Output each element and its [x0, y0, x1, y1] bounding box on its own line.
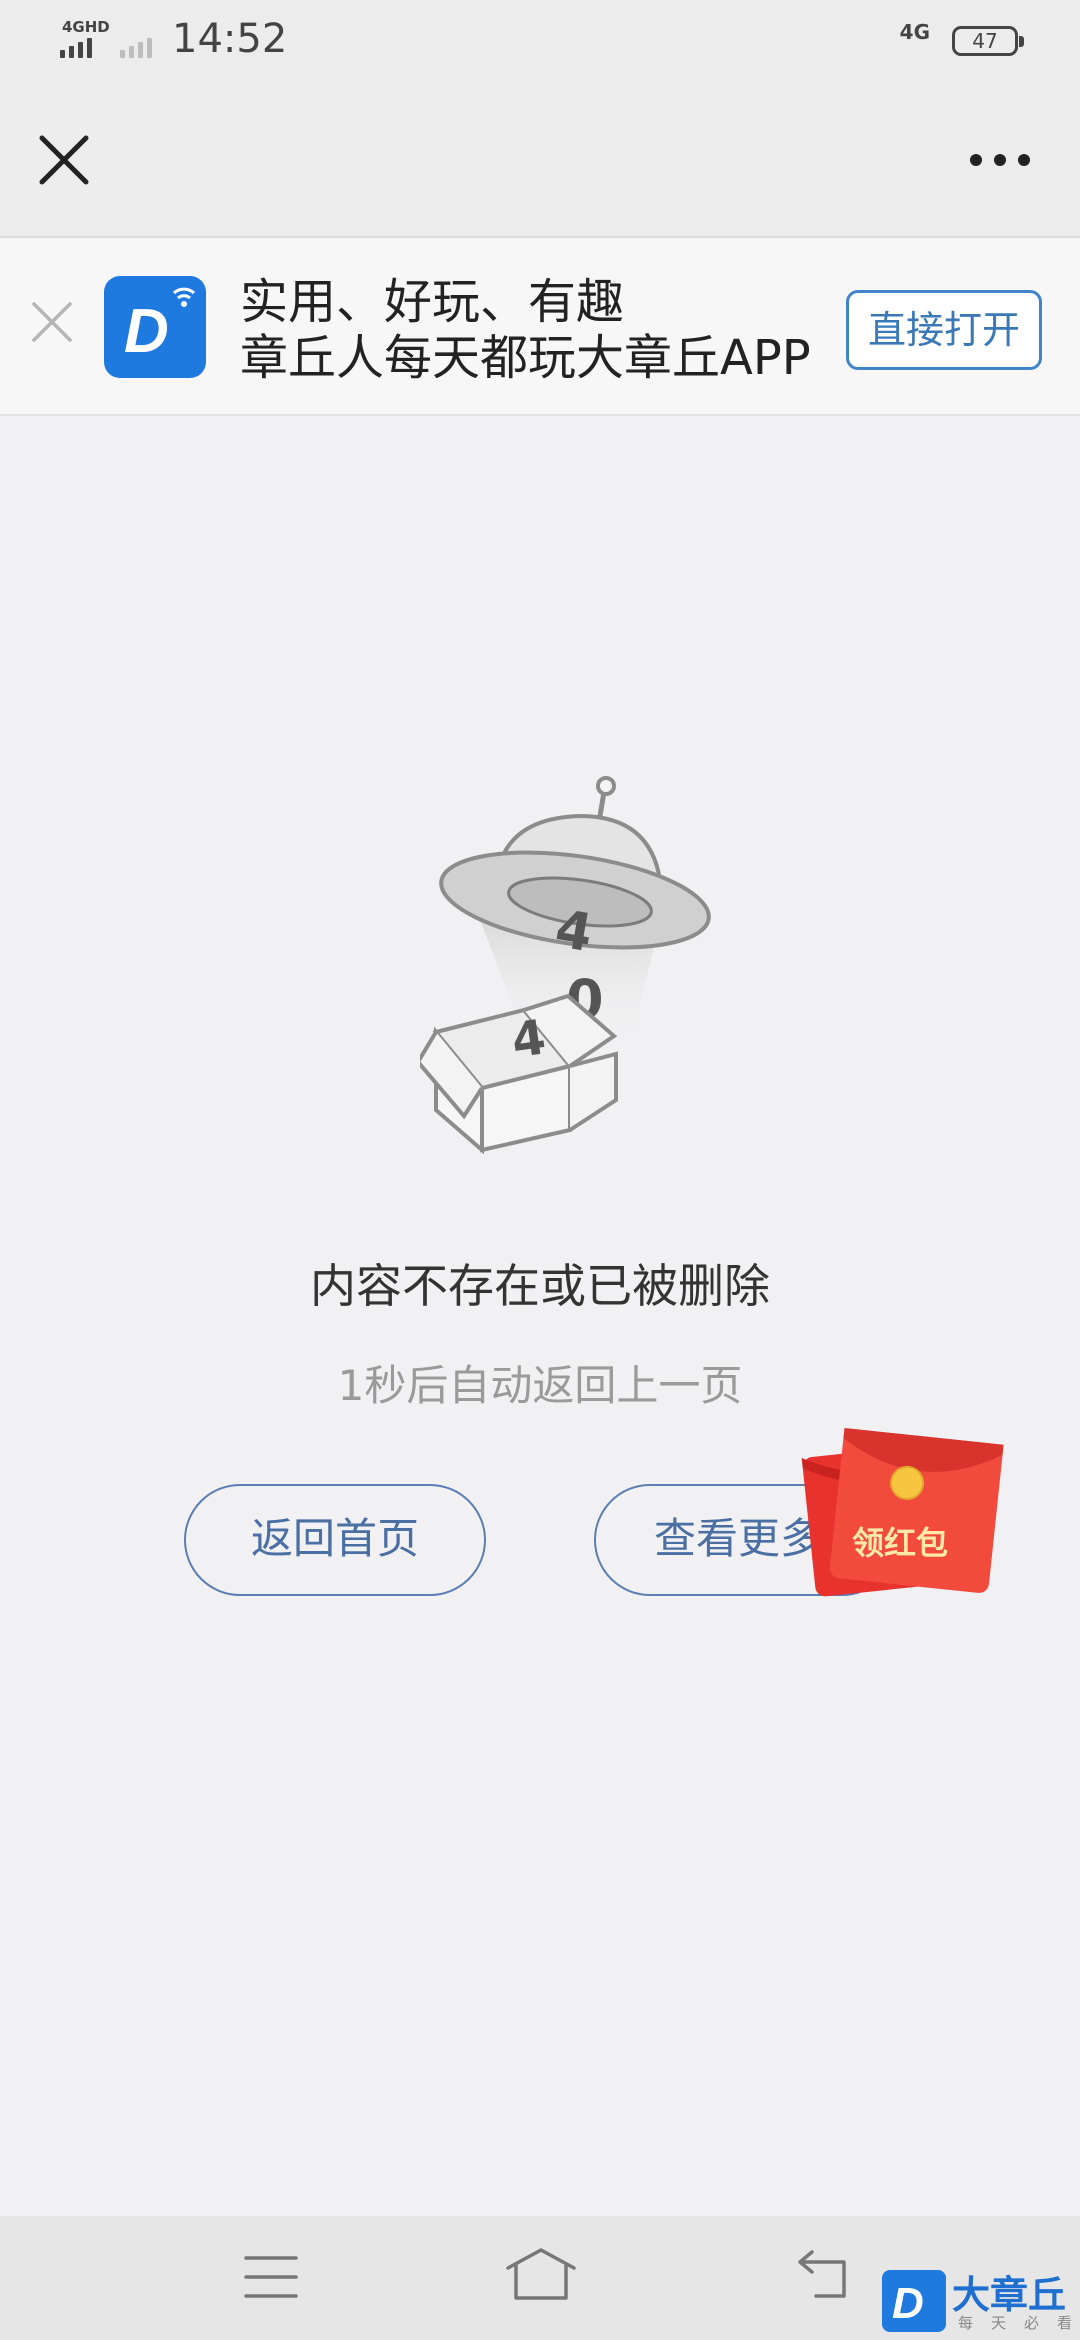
app-download-banner: D 实用、好玩、有趣 章丘人每天都玩大章丘APP 直接打开 [0, 238, 1080, 416]
back-to-home-button[interactable]: 返回首页 [184, 1484, 486, 1596]
red-packet-button[interactable]: 领红包 [796, 1418, 1006, 1608]
open-app-button[interactable]: 直接打开 [846, 290, 1042, 370]
status-time: 14:52 [172, 16, 288, 62]
more-icon[interactable] [960, 140, 1040, 180]
app-logo-letter: D [124, 297, 169, 366]
battery-icon: 47 [952, 26, 1024, 56]
watermark-slogan: 每天必看 [958, 2314, 1080, 2332]
404-illustration: 4 0 4 [415, 770, 730, 1160]
close-icon[interactable] [32, 128, 96, 192]
banner-close-icon[interactable] [30, 300, 74, 344]
red-packet-label: 领红包 [852, 1524, 948, 1562]
top-navigation-bar [0, 84, 1080, 238]
banner-line-2: 章丘人每天都玩大章丘APP [240, 330, 811, 386]
network-type-label: 4GHD [62, 18, 110, 36]
app-logo-icon: D [104, 276, 206, 378]
error-title: 内容不存在或已被删除 [310, 1259, 770, 1313]
menu-icon[interactable] [244, 2254, 298, 2300]
redirect-countdown-text: 1秒后自动返回上一页 [337, 1361, 743, 1410]
home-icon[interactable] [504, 2246, 578, 2302]
banner-promo-text: 实用、好玩、有趣 章丘人每天都玩大章丘APP [240, 274, 816, 386]
network-4g-indicator: 4G [899, 20, 930, 44]
watermark-logo: D 大章丘 每天必看 [878, 2264, 1080, 2340]
banner-line-1: 实用、好玩、有趣 [240, 274, 625, 330]
watermark-logo-icon: D [882, 2270, 946, 2332]
battery-level: 47 [972, 29, 998, 53]
watermark-name: 大章丘 [952, 2273, 1067, 2317]
back-icon[interactable] [796, 2248, 852, 2300]
status-bar: 4GHD 14:52 4G 47 [0, 0, 1080, 84]
watermark-logo-letter: D [892, 2279, 924, 2328]
